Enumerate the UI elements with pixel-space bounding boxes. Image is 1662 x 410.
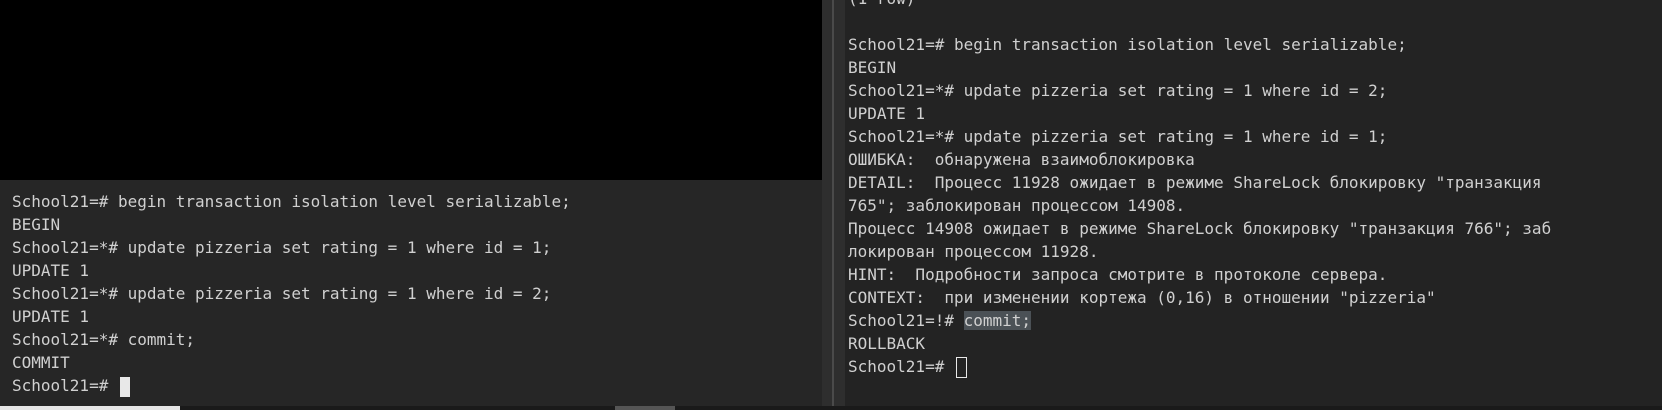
taskbar-segment[interactable]: [615, 406, 675, 410]
right-terminal[interactable]: (1 row) School21=# begin transaction iso…: [845, 0, 1662, 406]
text-cursor: [119, 376, 130, 397]
left-terminal-output: School21=# begin transaction isolation l…: [12, 190, 571, 397]
terminal-line: BEGIN: [12, 215, 61, 234]
pane-divider[interactable]: [822, 0, 845, 406]
selected-text[interactable]: commit;: [963, 311, 1032, 330]
terminal-prompt: School21=#: [12, 376, 118, 395]
terminal-line: (1 row): [848, 0, 1551, 10]
detail-line: локирован процессом 11928.: [848, 242, 1099, 261]
terminal-line: School21=*# update pizzeria set rating =…: [848, 127, 1388, 146]
terminal-line: COMMIT: [12, 353, 70, 372]
text-cursor: [955, 357, 967, 378]
detail-line: 765"; заблокирован процессом 14908.: [848, 196, 1186, 215]
terminal-prompt-line[interactable]: School21=#: [12, 374, 571, 397]
terminal-line: School21=*# update pizzeria set rating =…: [12, 238, 552, 257]
empty-window-area: [0, 0, 822, 180]
hint-line: HINT: Подробности запроса смотрите в про…: [848, 265, 1388, 284]
terminal-line: School21=# begin transaction isolation l…: [12, 192, 571, 211]
terminal-line: UPDATE 1: [12, 261, 90, 280]
terminal-line: ROLLBACK: [848, 334, 926, 353]
terminal-line: School21=*# commit;: [12, 330, 196, 349]
terminal-line: UPDATE 1: [12, 307, 90, 326]
terminal-line: School21=*# update pizzeria set rating =…: [848, 81, 1388, 100]
detail-line: DETAIL: Процесс 11928 ожидает в режиме S…: [848, 173, 1542, 192]
detail-line: Процесс 14908 ожидает в режиме ShareLock…: [848, 219, 1552, 238]
terminal-prompt: School21=!#: [848, 311, 964, 330]
terminal-line: School21=!# commit;: [848, 309, 1551, 332]
terminal-prompt: School21=#: [848, 357, 954, 376]
terminal-prompt-line[interactable]: School21=#: [848, 355, 1551, 378]
terminal-line: UPDATE 1: [848, 104, 926, 123]
terminal-line: School21=# begin transaction isolation l…: [848, 35, 1407, 54]
taskbar-active-segment[interactable]: [0, 406, 180, 410]
context-line: CONTEXT: при изменении кортежа (0,16) в …: [848, 288, 1436, 307]
terminal-line: BEGIN: [848, 58, 897, 77]
left-terminal[interactable]: School21=# begin transaction isolation l…: [0, 180, 822, 406]
error-line: ОШИБКА: обнаружена взаимоблокировка: [848, 150, 1195, 169]
right-terminal-output: (1 row) School21=# begin transaction iso…: [848, 0, 1551, 378]
terminal-line: School21=*# update pizzeria set rating =…: [12, 284, 552, 303]
taskbar-strip: [0, 406, 1662, 410]
